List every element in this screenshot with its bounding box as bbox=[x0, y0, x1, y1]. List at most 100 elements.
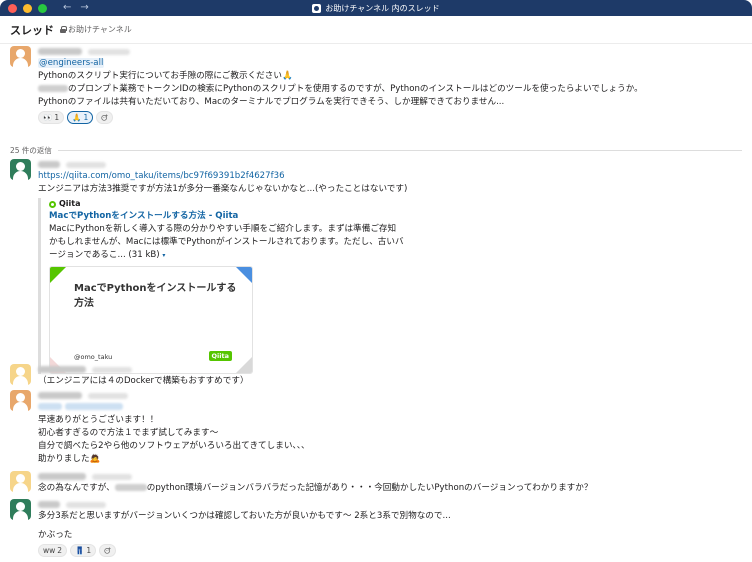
jeans-icon: 👖 bbox=[75, 546, 85, 555]
message-text: Pythonのスクリプト実行についてお手隙の際にご教示ください🙏 bbox=[38, 71, 293, 81]
pray-icon: 🙏 bbox=[72, 113, 82, 122]
minimize-window-button[interactable] bbox=[23, 3, 32, 13]
app-icon bbox=[312, 3, 322, 13]
history-navigation: ← → bbox=[63, 3, 89, 13]
add-reaction-button[interactable] bbox=[96, 111, 114, 124]
site-name: Qiita bbox=[59, 199, 81, 208]
person-icon bbox=[16, 393, 25, 402]
person-icon bbox=[16, 367, 25, 376]
add-reaction-icon bbox=[101, 114, 108, 121]
preview-title-link[interactable]: MacでPythonをインストールする方法 - Qiita bbox=[49, 210, 378, 223]
ww-icon: ww bbox=[43, 546, 56, 555]
redacted-text bbox=[114, 484, 147, 491]
message-text: のプロンプト業務でトークンIDの検索にPythonのスクリプトを使用するのですが… bbox=[68, 84, 643, 94]
message-text: 助かりました🙇 bbox=[38, 454, 101, 464]
message-text: Pythonのファイルは共有いただいており、Macのターミナルでプログラムを実行… bbox=[38, 97, 505, 107]
reaction-count: 1 bbox=[86, 546, 92, 555]
avatar[interactable] bbox=[10, 499, 31, 520]
reply-message: 多分3系だと思いますがバージョンいくつかは確認しておいた方が良いかもです〜 2系… bbox=[10, 499, 742, 557]
title-bar: ← → お助けチャンネル 内のスレッド bbox=[0, 0, 752, 16]
message-text: 念の為なんですが、 bbox=[38, 483, 115, 493]
redacted-mention[interactable] bbox=[64, 403, 123, 410]
thread-title: スレッド bbox=[10, 23, 54, 37]
preview-image-author: @omo_taku bbox=[74, 353, 113, 361]
reaction-eyes[interactable]: 👀 1 bbox=[38, 111, 65, 124]
author-name-redacted[interactable] bbox=[38, 161, 60, 168]
thread-header: スレッド お助けチャンネル bbox=[0, 16, 752, 44]
message-text: 早速ありがとうございます！！ bbox=[38, 415, 159, 425]
lock-icon bbox=[60, 26, 67, 33]
message-text: エンジニアは方法3推奨ですが方法1が多分一番楽なんじゃないかなと...(やったこ… bbox=[38, 184, 408, 194]
preview-image-title: MacでPythonをインストールする方法 bbox=[74, 283, 237, 309]
timestamp-redacted[interactable] bbox=[66, 501, 106, 508]
preview-description: MacにPythonを新しく導入する際の分かりやすい手順をご紹介します。まずは準… bbox=[49, 224, 397, 234]
reaction-bar: 👀 1 🙏 1 bbox=[38, 111, 742, 124]
author-name-redacted[interactable] bbox=[38, 366, 86, 373]
message-text: 多分3系だと思いますがバージョンいくつかは確認しておいた方が良いかもです〜 2系… bbox=[38, 511, 451, 521]
reply-message: https://qiita.com/omo_taku/items/bc97f69… bbox=[10, 159, 742, 374]
reaction-ww[interactable]: ww 2 bbox=[38, 544, 68, 557]
link-preview: Qiita MacでPythonをインストールする方法 - Qiita Macに… bbox=[38, 198, 404, 374]
avatar[interactable] bbox=[10, 364, 31, 385]
reaction-jeans[interactable]: 👖 1 bbox=[70, 544, 97, 557]
forward-arrow-icon[interactable]: → bbox=[80, 3, 88, 13]
avatar[interactable] bbox=[10, 390, 31, 411]
thread-pane: @engineers-all Pythonのスクリプト実行についてお手隙の際にご… bbox=[0, 44, 752, 562]
root-message: @engineers-all Pythonのスクリプト実行についてお手隙の際にご… bbox=[10, 46, 742, 124]
reaction-count: 2 bbox=[57, 546, 63, 555]
timestamp-redacted[interactable] bbox=[88, 48, 130, 55]
qiita-logo: Qiita bbox=[208, 351, 232, 361]
channel-link[interactable]: お助けチャンネル bbox=[60, 24, 132, 35]
redacted-text bbox=[38, 85, 68, 92]
person-icon bbox=[16, 474, 25, 483]
reply-message: 念の為なんですが、 のpython環境バージョンバラバラだった記憶があり・・・今回… bbox=[10, 471, 742, 495]
timestamp-redacted[interactable] bbox=[88, 392, 128, 399]
add-reaction-button[interactable] bbox=[99, 544, 117, 557]
divider-line bbox=[57, 150, 742, 151]
message-text: （エンジニアには４のDockerで構築もおすすめです） bbox=[38, 376, 249, 386]
author-name-redacted[interactable] bbox=[38, 392, 82, 399]
message-text: 初心者すぎるので方法１でまず試してみます〜 bbox=[38, 428, 219, 438]
message-text: 自分で調べたら2やら他のソフトウェアがいろいろ出てきてしまい、、、 bbox=[38, 441, 310, 451]
replies-divider: 25 件の返信 bbox=[10, 145, 742, 156]
avatar[interactable] bbox=[10, 46, 31, 67]
reaction-count: 1 bbox=[54, 113, 60, 122]
reply-message: 早速ありがとうございます！！ 初心者すぎるので方法１でまず試してみます〜 自分で… bbox=[10, 390, 742, 466]
collapse-caret-icon[interactable]: ▾ bbox=[162, 252, 165, 259]
window-title: お助けチャンネル 内のスレッド bbox=[0, 0, 752, 16]
zoom-window-button[interactable] bbox=[38, 3, 47, 13]
window-controls bbox=[0, 3, 47, 13]
preview-description: ージョンであるこ... (31 kB) bbox=[49, 250, 160, 260]
qiita-link[interactable]: https://qiita.com/omo_taku/items/bc97f69… bbox=[38, 171, 285, 181]
person-icon bbox=[16, 49, 25, 58]
timestamp-redacted[interactable] bbox=[92, 473, 132, 480]
preview-image[interactable]: MacでPythonをインストールする方法 @omo_taku Qiita bbox=[49, 266, 253, 374]
message-text: のpython環境バージョンバラバラだった記憶があり・・・今回動かしたいPyth… bbox=[146, 483, 593, 493]
reaction-count: 1 bbox=[83, 113, 89, 122]
author-name-redacted[interactable] bbox=[38, 48, 82, 55]
redacted-mention[interactable] bbox=[38, 403, 62, 410]
channel-name: お助けチャンネル bbox=[68, 25, 132, 34]
avatar[interactable] bbox=[10, 471, 31, 492]
back-arrow-icon[interactable]: ← bbox=[63, 3, 71, 13]
person-icon bbox=[16, 162, 25, 171]
preview-description: かもしれませんが、Macには標準でPythonがインストールされております。ただ… bbox=[49, 237, 404, 247]
preview-site: Qiita bbox=[49, 198, 378, 210]
message-text: かぶった bbox=[38, 530, 73, 540]
author-name-redacted[interactable] bbox=[38, 501, 60, 508]
reaction-pray[interactable]: 🙏 1 bbox=[67, 111, 94, 124]
group-mention[interactable]: @engineers-all bbox=[38, 58, 105, 68]
reply-message: （エンジニアには４のDockerで構築もおすすめです） bbox=[10, 364, 742, 388]
app-window: ← → お助けチャンネル 内のスレッド スレッド お助けチャンネル @engin… bbox=[0, 0, 752, 562]
add-reaction-icon bbox=[104, 547, 111, 554]
avatar[interactable] bbox=[10, 159, 31, 180]
qiita-icon bbox=[49, 200, 56, 208]
close-window-button[interactable] bbox=[8, 3, 17, 13]
replies-count: 25 件の返信 bbox=[10, 146, 52, 155]
timestamp-redacted[interactable] bbox=[66, 161, 106, 168]
person-icon bbox=[16, 502, 25, 511]
timestamp-redacted[interactable] bbox=[92, 366, 132, 373]
window-title-text: お助けチャンネル 内のスレッド bbox=[325, 3, 440, 13]
reaction-bar: ww 2 👖 1 bbox=[38, 544, 742, 557]
author-name-redacted[interactable] bbox=[38, 473, 86, 480]
